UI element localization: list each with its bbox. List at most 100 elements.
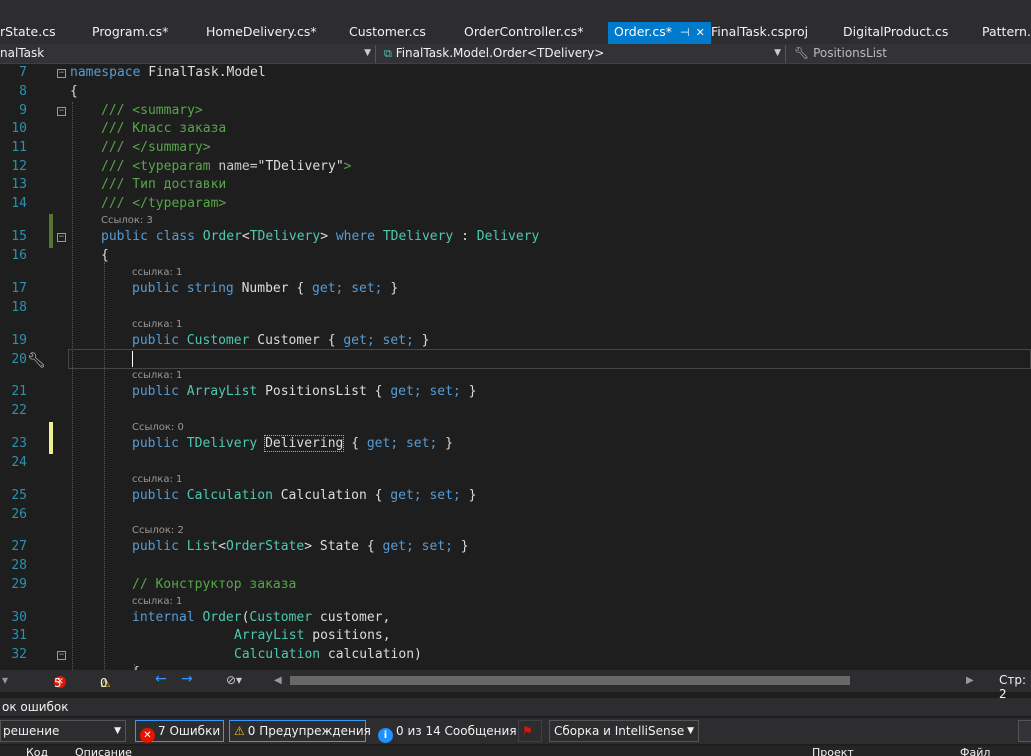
pin-icon[interactable]: ⊣ bbox=[680, 23, 690, 43]
tab-label: rState.cs bbox=[0, 24, 56, 39]
line-number: 17 bbox=[11, 281, 27, 296]
collapse-icon[interactable]: − bbox=[57, 651, 66, 660]
error-list-header: Код Описание Проект Файл bbox=[0, 746, 1031, 756]
tab-digitalproduct[interactable]: DigitalProduct.cs bbox=[843, 22, 948, 44]
collapse-icon[interactable]: − bbox=[57, 69, 66, 78]
warnings-filter-button[interactable]: ⚠ 0 Предупреждения bbox=[229, 720, 371, 742]
line-number: 30 bbox=[11, 610, 27, 625]
line-number: 18 bbox=[11, 300, 27, 315]
chevron-down-icon: ▼ bbox=[687, 726, 694, 736]
project-dropdown[interactable]: nalTask ▼ bbox=[0, 45, 376, 63]
line-number: 25 bbox=[11, 488, 27, 503]
close-icon[interactable]: ✕ bbox=[696, 23, 705, 43]
build-filter-label: Сборка и IntelliSense bbox=[554, 724, 685, 738]
code-editor[interactable]: 7 8 9 10 11 12 13 14 15 16 17 18 19 20 21 22 23 24 25 26 27 2… bbox=[0, 64, 1031, 670]
line-number: 8 bbox=[19, 84, 27, 99]
text-caret bbox=[132, 351, 133, 367]
navigation-bar: nalTask ▼ ⧉ FinalTask.Model.Order<TDelive… bbox=[0, 44, 1031, 64]
column-code[interactable]: Код bbox=[26, 746, 48, 756]
code-line: /// </summary> bbox=[101, 140, 211, 155]
line-number: 9 bbox=[19, 103, 27, 118]
arrow-right-icon[interactable]: → bbox=[181, 671, 193, 687]
line-number: 32 bbox=[11, 647, 27, 662]
info-icon: i bbox=[378, 728, 393, 743]
tab-label: FinalTask.csproj bbox=[711, 24, 809, 39]
code-line: Calculation calculation) bbox=[234, 647, 422, 662]
line-number: 12 bbox=[11, 159, 27, 174]
collapse-icon[interactable]: − bbox=[57, 233, 66, 242]
horizontal-scrollbar-thumb[interactable] bbox=[290, 676, 850, 685]
line-position: Стр: 2 bbox=[999, 673, 1027, 701]
code-line: ArrayList positions, bbox=[234, 628, 391, 643]
line-number: 15 bbox=[11, 229, 27, 244]
column-file[interactable]: Файл bbox=[960, 746, 990, 756]
chevron-down-icon: ▼ bbox=[364, 48, 371, 58]
codelens-references[interactable]: ссылка: 1 bbox=[132, 319, 182, 331]
warning-icon: ⚠ bbox=[234, 724, 245, 738]
warnings-filter-label: 0 Предупреждения bbox=[247, 724, 371, 738]
line-number: 26 bbox=[11, 507, 27, 522]
tab-label: Program.cs* bbox=[92, 24, 169, 39]
unsaved-change-marker bbox=[49, 422, 53, 454]
code-line: /// <typeparam name="TDelivery"> bbox=[101, 159, 352, 174]
code-line: namespace FinalTask.Model bbox=[70, 65, 266, 80]
code-line: public string Number { get; set; } bbox=[132, 281, 399, 296]
errors-filter-label: 7 Ошибки bbox=[158, 724, 221, 738]
line-number: 19 bbox=[11, 333, 27, 348]
tab-finaltask-csproj[interactable]: FinalTask.csproj bbox=[711, 22, 808, 44]
codelens-references[interactable]: Ссылок: 2 bbox=[132, 525, 184, 537]
line-number: 21 bbox=[11, 384, 27, 399]
line-number: 16 bbox=[11, 248, 27, 263]
indent-guide bbox=[104, 262, 105, 670]
errors-filter-button[interactable]: ✕ 7 Ошибки bbox=[135, 720, 224, 743]
filter-icon[interactable]: ⚑ bbox=[518, 720, 542, 742]
line-number: 29 bbox=[11, 577, 27, 592]
scroll-right-arrow-icon[interactable]: ▶ bbox=[966, 675, 974, 686]
tab-pattern[interactable]: Pattern.cs bbox=[982, 22, 1031, 44]
error-icon: ✕ bbox=[140, 728, 155, 743]
tab-orderstate[interactable]: rState.cs bbox=[0, 22, 56, 44]
code-line: public class Order<TDelivery> where TDel… bbox=[101, 229, 540, 244]
scope-dropdown[interactable]: решение ▼ bbox=[0, 720, 126, 742]
code-line: public Calculation Calculation { get; se… bbox=[132, 488, 477, 503]
toolbar-edge bbox=[0, 0, 1031, 8]
line-number: 20 bbox=[11, 352, 27, 367]
member-dropdown[interactable]: 🔧︎ PositionsList bbox=[790, 45, 1031, 63]
tab-order[interactable]: Order.cs* ⊣ ✕ bbox=[608, 22, 711, 44]
line-number: 13 bbox=[11, 177, 27, 192]
messages-filter-button[interactable]: i0 из 14 Сообщения bbox=[373, 720, 517, 743]
tab-label: Pattern.cs bbox=[982, 24, 1031, 39]
unused-member-highlight: Delivering bbox=[264, 435, 345, 452]
scroll-left-arrow-icon[interactable]: ◀ bbox=[274, 675, 282, 686]
arrow-left-icon[interactable]: ← bbox=[155, 671, 167, 687]
brush-dropdown-icon[interactable]: ⊘▾ bbox=[226, 673, 242, 687]
codelens-references[interactable]: Ссылок: 0 bbox=[132, 422, 184, 434]
scope-label: решение bbox=[3, 724, 60, 738]
codelens-references[interactable]: ссылка: 1 bbox=[132, 370, 182, 382]
code-line: /// Тип доставки bbox=[101, 177, 227, 192]
saved-change-marker bbox=[49, 214, 53, 248]
tab-customer[interactable]: Customer.cs bbox=[349, 22, 426, 44]
project-name: nalTask bbox=[0, 46, 45, 60]
line-number: 10 bbox=[11, 121, 27, 136]
line-number: 27 bbox=[11, 539, 27, 554]
chevron-down-icon: ▼ bbox=[114, 726, 121, 736]
column-description[interactable]: Описание bbox=[75, 746, 132, 756]
codelens-references[interactable]: Ссылок: 3 bbox=[101, 215, 153, 227]
collapse-icon[interactable]: − bbox=[57, 107, 66, 116]
tab-homedelivery[interactable]: HomeDelivery.cs* bbox=[206, 22, 317, 44]
class-icon: ⧉ bbox=[384, 47, 392, 60]
quick-actions-screwdriver-icon[interactable]: 🔧︎ bbox=[27, 351, 46, 369]
search-error-list-input[interactable] bbox=[1018, 720, 1031, 742]
build-intellisense-dropdown[interactable]: Сборка и IntelliSense ▼ bbox=[549, 720, 699, 742]
type-dropdown[interactable]: ⧉ FinalTask.Model.Order<TDelivery> ▼ bbox=[378, 45, 786, 63]
column-project[interactable]: Проект bbox=[812, 746, 854, 756]
indent-guide bbox=[72, 102, 73, 670]
codelens-references[interactable]: ссылка: 1 bbox=[132, 267, 182, 279]
tab-program[interactable]: Program.cs* bbox=[92, 22, 168, 44]
tab-ordercontroller[interactable]: OrderController.cs* bbox=[464, 22, 583, 44]
codelens-references[interactable]: ссылка: 1 bbox=[132, 474, 182, 486]
zoom-dropdown-arrow[interactable]: ▾ bbox=[2, 673, 8, 687]
code-line: /// Класс заказа bbox=[101, 121, 227, 136]
codelens-references[interactable]: ссылка: 1 bbox=[132, 596, 182, 608]
